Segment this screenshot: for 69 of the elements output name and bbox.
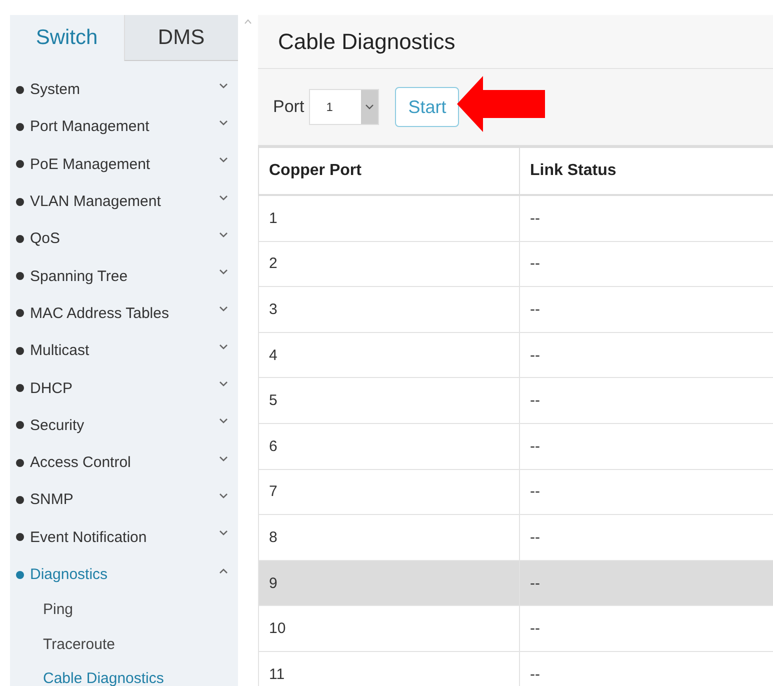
- table-row[interactable]: 6 --: [258, 423, 773, 470]
- bullet-icon: [16, 570, 24, 578]
- chevron-down-icon: [219, 456, 228, 462]
- bullet-icon: [16, 272, 24, 280]
- chevron-down-icon: [365, 104, 374, 110]
- table-cell: 3: [258, 286, 520, 332]
- submenu-item[interactable]: Cable Diagnostics: [10, 662, 238, 686]
- page-title: Cable Diagnostics: [278, 28, 456, 54]
- menu-item[interactable]: Access Control: [10, 444, 238, 482]
- menu-item[interactable]: System: [10, 71, 238, 108]
- chevron-down-icon: [219, 269, 228, 276]
- table-row[interactable]: 7 --: [258, 469, 773, 515]
- menu-item[interactable]: DHCP: [10, 369, 238, 407]
- scroll-up-icon[interactable]: [244, 19, 252, 24]
- table-cell: 6: [258, 423, 520, 470]
- table-cell: 1: [258, 195, 520, 242]
- table-row[interactable]: 3 --: [258, 286, 773, 332]
- menu-item[interactable]: VLAN Management: [10, 182, 238, 220]
- menu-item[interactable]: MAC Address Tables: [10, 294, 238, 332]
- chevron-down-icon: [219, 492, 228, 499]
- menu-item[interactable]: QoS: [10, 220, 238, 258]
- menu-item[interactable]: SNMP: [10, 481, 238, 519]
- table-row[interactable]: 8 --: [258, 514, 773, 560]
- bullet-icon: [16, 496, 24, 504]
- sidebar-tab[interactable]: DMS: [124, 15, 238, 61]
- menu-item[interactable]: Event Notification: [10, 518, 238, 556]
- table-row[interactable]: 2 --: [258, 241, 773, 287]
- menu-item[interactable]: Security: [10, 406, 238, 444]
- menu-item[interactable]: Multicast: [10, 332, 238, 370]
- table-row[interactable]: 9 --: [258, 560, 773, 606]
- chevron-down-icon: [219, 418, 228, 424]
- table-cell: 11: [258, 651, 520, 686]
- table-cell: 8: [258, 514, 520, 560]
- table-row[interactable]: 5 --: [258, 378, 773, 424]
- table-row[interactable]: 10 --: [258, 606, 773, 652]
- chevron-down-icon: [219, 306, 228, 312]
- submenu-item[interactable]: Traceroute: [10, 628, 238, 662]
- bullet-icon: [16, 198, 24, 206]
- table-row[interactable]: 4 --: [258, 332, 773, 378]
- chevron-down-icon: [219, 530, 228, 536]
- bullet-icon: [16, 458, 24, 467]
- menu-item[interactable]: Port Management: [10, 108, 238, 146]
- table-row[interactable]: 11 --: [258, 651, 773, 686]
- submenu-item[interactable]: Ping: [10, 593, 238, 628]
- port-label: Port: [273, 97, 304, 117]
- bullet-icon: [16, 384, 24, 392]
- bullet-icon: [16, 421, 24, 430]
- bullet-icon: [16, 160, 24, 168]
- menu-item[interactable]: PoE Management: [10, 146, 238, 183]
- bullet-icon: [16, 346, 24, 355]
- chevron-down-icon: [219, 120, 228, 126]
- chevron-down-icon: [219, 82, 228, 89]
- bullet-icon: [16, 309, 24, 318]
- bullet-icon: [16, 86, 24, 94]
- chevron-down-icon: [219, 194, 228, 201]
- menu-item[interactable]: Spanning Tree: [10, 257, 238, 295]
- chevron-down-icon: [219, 381, 228, 388]
- table-cell: 10: [258, 606, 520, 652]
- bullet-icon: [16, 533, 24, 542]
- chevron-up-icon: [219, 568, 228, 574]
- table-cell: 5: [258, 378, 520, 424]
- chevron-down-icon: [219, 344, 228, 350]
- bullet-icon: [16, 234, 24, 243]
- table-row[interactable]: 1 --: [258, 195, 773, 242]
- chevron-down-icon: [219, 157, 228, 164]
- menu-item[interactable]: Diagnostics: [10, 556, 238, 594]
- port-dropdown[interactable]: 1: [309, 89, 380, 125]
- chevron-down-icon: [219, 232, 228, 238]
- bullet-icon: [16, 122, 24, 131]
